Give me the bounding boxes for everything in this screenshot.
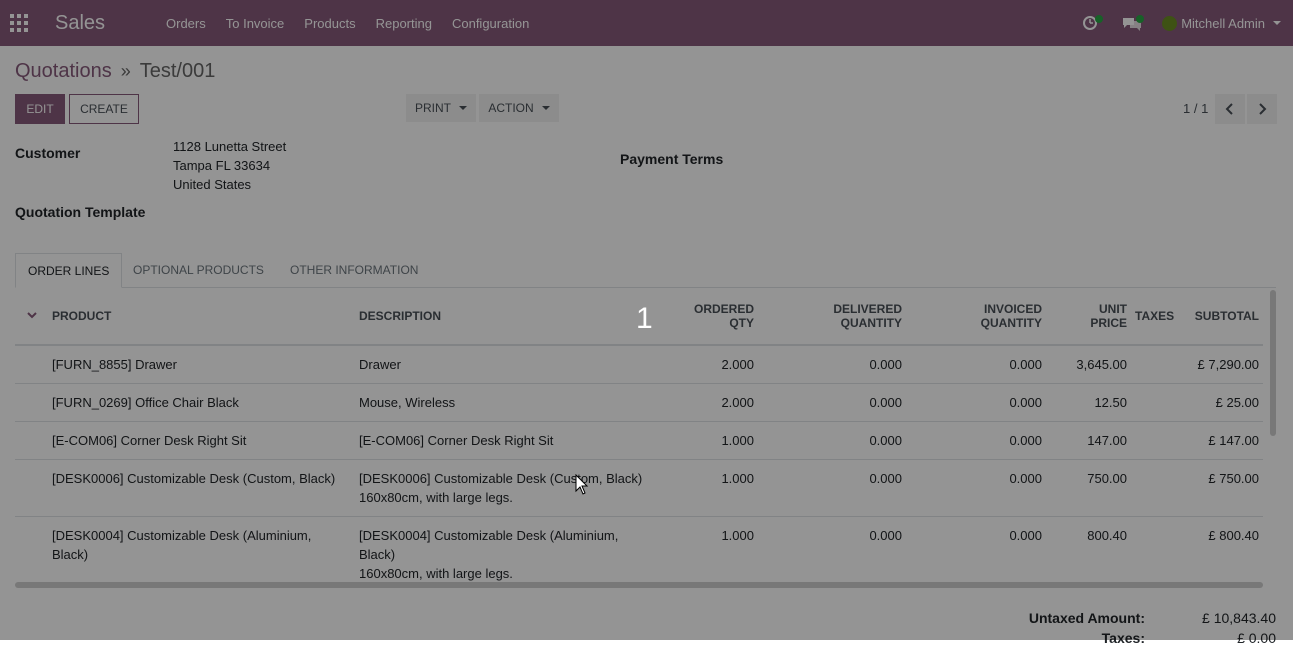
mouse-pointer-icon [575,474,589,495]
tutorial-step-number: 1 [636,302,653,335]
